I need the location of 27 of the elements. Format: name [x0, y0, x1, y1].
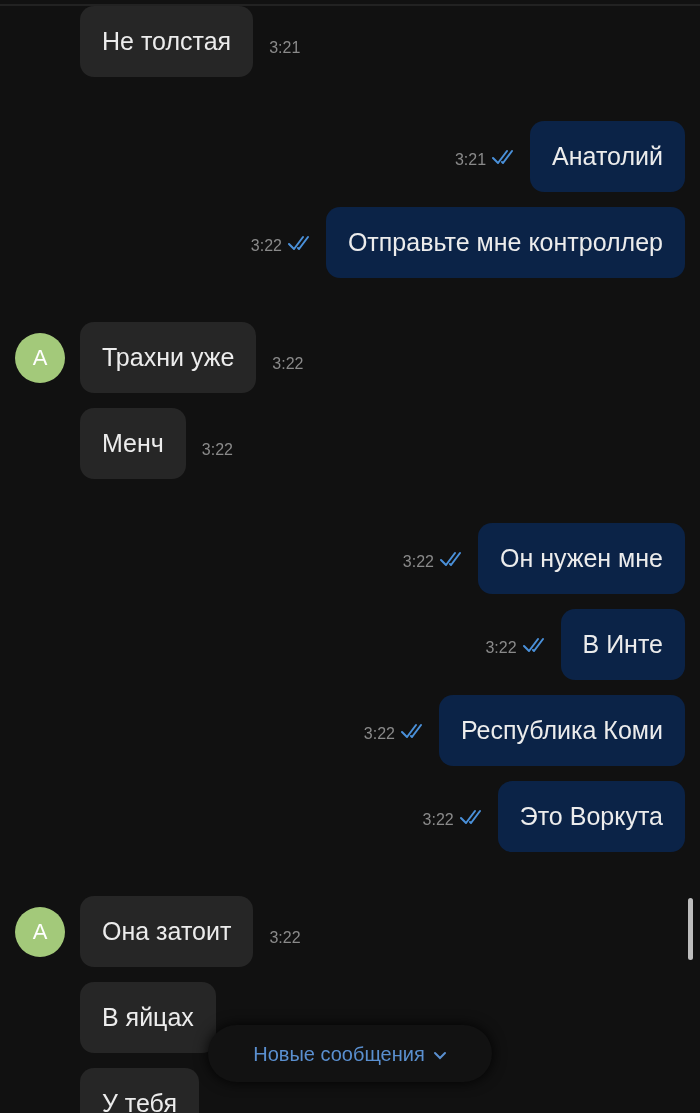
message-time: 3:22 [269, 927, 301, 948]
avatar[interactable]: А [15, 906, 65, 957]
message-time: 3:22 [250, 235, 282, 256]
message-time: 3:22 [272, 353, 304, 374]
message-bubble: Не толстая [80, 6, 254, 77]
message-bubble: Республика Коми [439, 695, 685, 766]
message-bubble: Он нужен мне [477, 523, 685, 594]
chevron-down-icon [432, 1050, 447, 1061]
message-bubble: Отправьте мне контроллер [325, 207, 685, 278]
message-bubble: Анатолий [530, 121, 685, 192]
message-time: 3:22 [485, 637, 517, 658]
message-bubble: Это Воркута [497, 781, 685, 852]
message-time: 3:22 [402, 551, 434, 572]
message-time: 3:21 [269, 37, 301, 58]
message-time: 3:21 [454, 149, 487, 170]
scrollbar[interactable] [688, 898, 693, 960]
avatar[interactable]: А [15, 332, 65, 383]
message-time: 3:22 [422, 809, 454, 830]
message-bubble: Менч [80, 408, 186, 479]
message-bubble: Трахни уже [80, 322, 257, 393]
message-bubble: У тебя [80, 1068, 199, 1113]
message-bubble: В Инте [560, 609, 685, 680]
message-time: 3:22 [363, 723, 395, 744]
message-bubble: В яйцах [80, 982, 216, 1053]
new-messages-button[interactable]: Новые сообщения [208, 1025, 492, 1082]
message-time: 3:22 [201, 439, 233, 460]
message-bubble: Она затоит [80, 896, 254, 967]
